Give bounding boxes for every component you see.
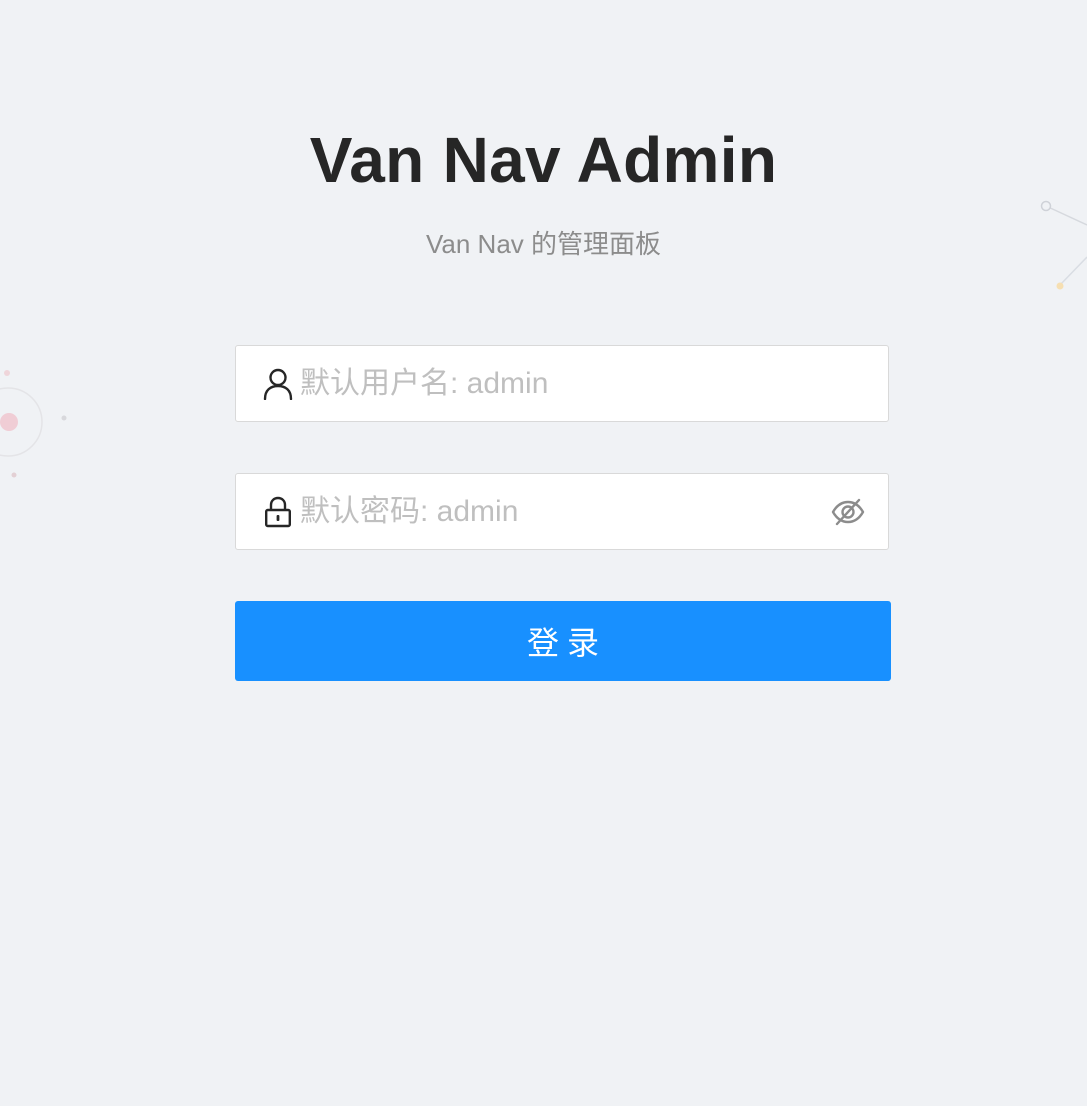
password-input[interactable] — [298, 481, 828, 542]
decoration-left — [0, 370, 67, 478]
username-input[interactable] — [298, 353, 888, 414]
page-title: Van Nav Admin — [309, 124, 778, 196]
username-field[interactable] — [235, 345, 889, 422]
page-subtitle: Van Nav 的管理面板 — [425, 229, 662, 259]
eye-invisible-icon[interactable] — [828, 492, 868, 532]
login-button[interactable]: 登录 — [235, 601, 891, 681]
user-icon — [258, 364, 298, 404]
lock-icon — [258, 492, 298, 532]
password-field[interactable] — [235, 473, 889, 550]
login-page: Van Nav Admin Van Nav 的管理面板 默认用户名: admin… — [0, 0, 1087, 1106]
